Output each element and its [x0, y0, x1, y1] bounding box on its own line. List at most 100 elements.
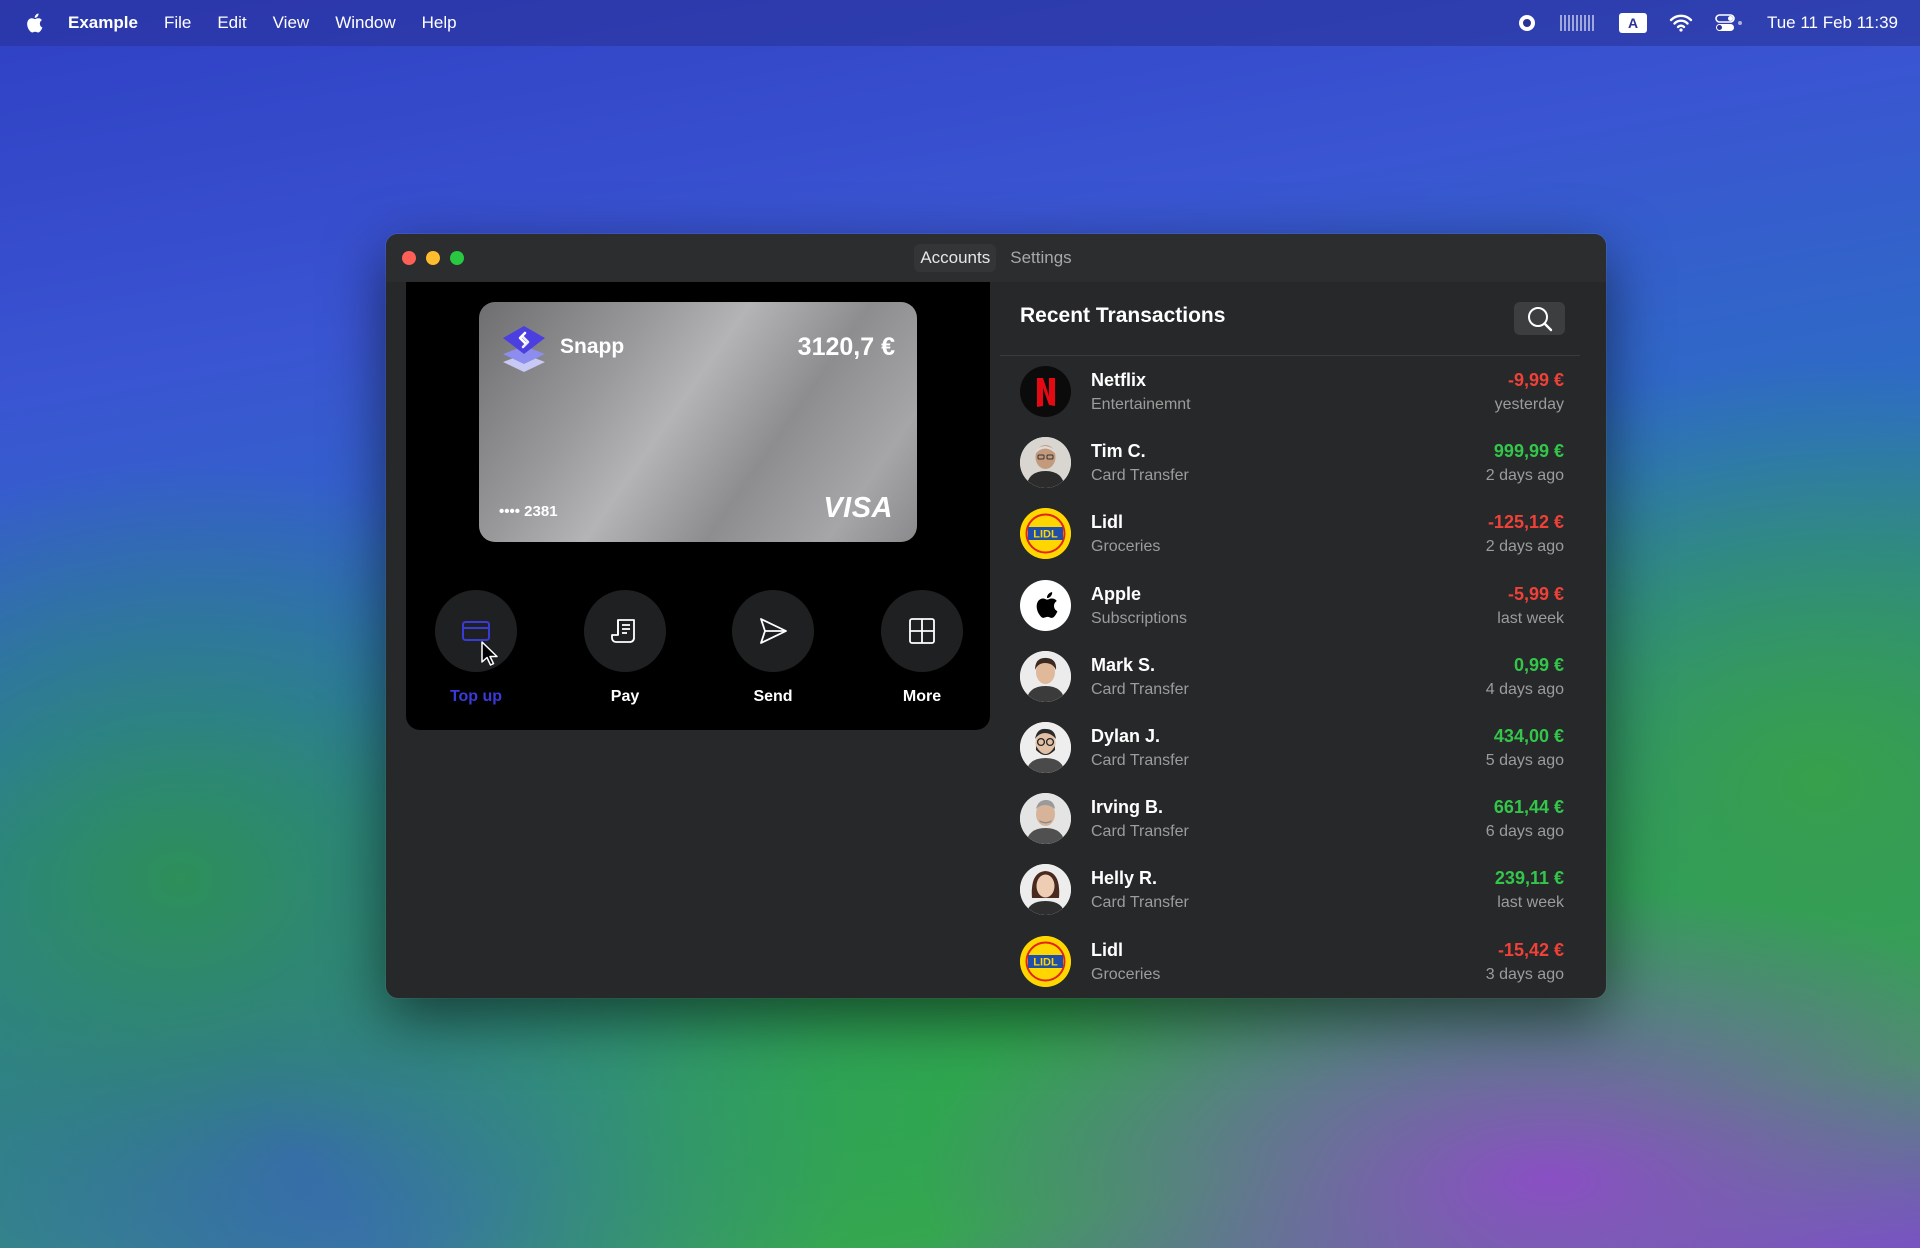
wifi-icon[interactable]: [1669, 13, 1693, 33]
person-avatar-icon: [1020, 721, 1071, 773]
status-area: A Tue 11 Feb 11:39: [1517, 13, 1898, 33]
transaction-name: Netflix: [1091, 370, 1147, 390]
transaction-row[interactable]: Mark S. Card Transfer 0,99 € 4 days ago: [1000, 641, 1580, 712]
transaction-category: Subscriptions: [1091, 609, 1188, 627]
menu-help[interactable]: Help: [422, 13, 457, 33]
tab-accounts[interactable]: Accounts: [914, 244, 997, 272]
pay-label: Pay: [610, 688, 640, 705]
record-icon[interactable]: [1517, 13, 1537, 33]
transaction-row[interactable]: Dylan J. Card Transfer 434,00 € 5 days a…: [1000, 712, 1580, 783]
more-label: More: [902, 688, 942, 705]
app-menu[interactable]: Example: [68, 13, 138, 33]
input-source-icon[interactable]: A: [1618, 13, 1647, 33]
control-center-icon[interactable]: [1715, 13, 1745, 33]
card-balance: 3120,7 €: [797, 333, 895, 361]
search-icon: [1527, 306, 1552, 331]
transaction-row[interactable]: Irving B. Card Transfer 661,44 € 6 days …: [1000, 783, 1580, 854]
transaction-date: 5 days ago: [1485, 751, 1564, 769]
search-button[interactable]: [1514, 302, 1565, 335]
payment-card[interactable]: Snapp 3120,7 € •••• 2381 VISA: [479, 302, 917, 542]
svg-text:A: A: [1628, 15, 1638, 31]
transaction-row[interactable]: LIDL Lidl Groceries -125,12 € 2 days ago: [1000, 498, 1580, 569]
transaction-category: Card Transfer: [1091, 751, 1189, 769]
top-up-label: Top up: [449, 688, 503, 705]
transactions-header: Recent Transactions: [1000, 282, 1580, 356]
apple-logo-icon: [1020, 579, 1071, 631]
menu-edit[interactable]: Edit: [217, 13, 246, 33]
pay-circle[interactable]: [584, 590, 666, 672]
transaction-amount: -9,99 €: [1507, 370, 1564, 390]
transaction-category: Card Transfer: [1091, 894, 1189, 912]
transaction-category: Card Transfer: [1091, 823, 1189, 841]
svg-text:LIDL: LIDL: [1033, 956, 1058, 968]
transaction-amount: 999,99 €: [1493, 441, 1564, 462]
transaction-date: last week: [1497, 894, 1564, 912]
transaction-date: 2 days ago: [1485, 467, 1564, 485]
transaction-name: Irving B.: [1091, 797, 1164, 818]
menu-view[interactable]: View: [273, 13, 310, 33]
transaction-category: Card Transfer: [1091, 680, 1189, 698]
transaction-amount: 239,11 €: [1494, 868, 1564, 889]
menu-window[interactable]: Window: [335, 13, 395, 33]
transactions-title: Recent Transactions: [1020, 304, 1226, 327]
top-up-button[interactable]: Top up: [434, 590, 518, 706]
transaction-amount: -5,99 €: [1507, 583, 1564, 604]
netflix-logo-icon: [1020, 366, 1071, 417]
transaction-date: last week: [1497, 609, 1564, 627]
apple-menu-icon[interactable]: [24, 12, 44, 34]
transaction-row[interactable]: Tim C. Card Transfer 999,99 € 2 days ago: [1000, 427, 1580, 498]
transaction-category: Card Transfer: [1091, 467, 1189, 485]
transaction-amount: -15,42 €: [1497, 939, 1564, 960]
menu-file[interactable]: File: [164, 13, 191, 33]
tab-bar: Accounts Settings: [386, 234, 1606, 282]
snapp-logo-icon: [503, 326, 545, 372]
transaction-category: Groceries: [1091, 538, 1161, 556]
transaction-row[interactable]: Helly R. Card Transfer 239,11 € last wee…: [1000, 854, 1580, 925]
person-avatar-icon: [1020, 437, 1071, 489]
transaction-name: Dylan J.: [1091, 725, 1161, 746]
transaction-date: 2 days ago: [1485, 538, 1564, 556]
transaction-name: Apple: [1091, 583, 1142, 604]
menu-bar-clock[interactable]: Tue 11 Feb 11:39: [1767, 13, 1898, 33]
tab-settings[interactable]: Settings: [1004, 244, 1077, 272]
title-bar: Accounts Settings: [386, 234, 1606, 282]
top-up-circle[interactable]: [435, 590, 517, 672]
menu-bar: Example File Edit View Window Help A Tue…: [0, 0, 1920, 46]
card-number: •••• 2381: [499, 503, 558, 520]
transaction-row[interactable]: Apple Subscriptions -5,99 € last week: [1000, 570, 1580, 641]
transaction-name: Tim C.: [1091, 441, 1146, 462]
person-avatar-icon: [1020, 650, 1071, 702]
transaction-date: 3 days ago: [1485, 965, 1564, 983]
more-button[interactable]: More: [880, 590, 964, 706]
transaction-name: Lidl: [1091, 512, 1123, 533]
transaction-date: 4 days ago: [1485, 680, 1564, 698]
transaction-amount: 661,44 €: [1493, 797, 1564, 818]
transaction-date: yesterday: [1494, 396, 1564, 413]
audio-meter-icon[interactable]: [1559, 13, 1597, 33]
send-button[interactable]: Send: [731, 590, 815, 706]
transaction-date: 6 days ago: [1485, 823, 1564, 841]
transaction-amount: 0,99 €: [1513, 654, 1564, 675]
transaction-name: Lidl: [1091, 939, 1123, 960]
card-icon: [462, 621, 490, 641]
lidl-logo-icon: LIDL: [1020, 935, 1071, 987]
card-network-logo: VISA: [823, 492, 893, 524]
person-avatar-icon: [1020, 864, 1071, 916]
pay-button[interactable]: Pay: [583, 590, 667, 706]
transaction-name: Mark S.: [1091, 654, 1156, 675]
svg-text:LIDL: LIDL: [1033, 529, 1058, 541]
lidl-logo-icon: LIDL: [1020, 508, 1071, 560]
transaction-row[interactable]: LIDL Lidl Groceries -15,42 € 3 days ago: [1000, 926, 1580, 997]
transaction-amount: 434,00 €: [1493, 725, 1564, 746]
mouse-cursor-icon: [481, 641, 498, 666]
more-circle[interactable]: [881, 590, 963, 672]
app-window: Accounts Settings Snapp 3120,7 € •••• 23…: [386, 234, 1606, 998]
person-avatar-icon: [1020, 793, 1071, 845]
transaction-category: Groceries: [1091, 965, 1161, 983]
transactions-list: Netflix Entertainemnt -9,99 € yesterday …: [1000, 356, 1600, 997]
send-label: Send: [753, 688, 793, 705]
transactions-panel: Recent Transactions Netflix Entertainemn…: [1000, 282, 1606, 998]
transaction-row[interactable]: Netflix Entertainemnt -9,99 € yesterday: [1000, 356, 1580, 427]
transaction-name: Helly R.: [1091, 868, 1158, 889]
send-circle[interactable]: [732, 590, 814, 672]
